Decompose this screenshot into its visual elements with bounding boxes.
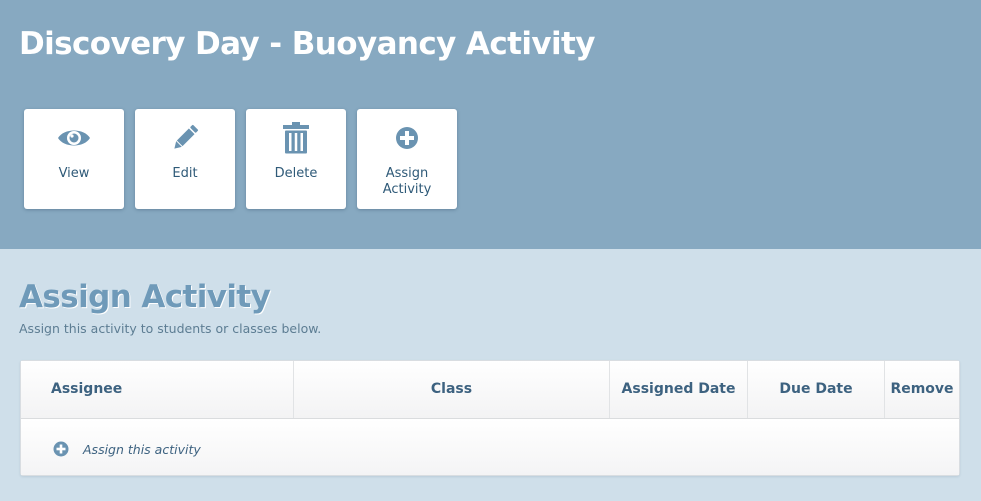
table-header: Assignee Class Assigned Date Due Date Re…	[21, 361, 959, 419]
column-header-class: Class	[294, 361, 610, 418]
edit-button[interactable]: Edit	[135, 109, 235, 209]
assignments-table: Assignee Class Assigned Date Due Date Re…	[20, 360, 960, 476]
view-button[interactable]: View	[24, 109, 124, 209]
plus-circle-icon	[53, 441, 69, 457]
section-title: Assign Activity	[19, 279, 271, 315]
column-header-assignee: Assignee	[21, 361, 294, 418]
delete-button[interactable]: Delete	[246, 109, 346, 209]
pencil-icon	[135, 121, 235, 155]
column-header-remove: Remove	[890, 381, 954, 397]
assign-activity-button-label: Assign Activity	[382, 166, 432, 197]
section-subtitle: Assign this activity to students or clas…	[19, 321, 322, 336]
assign-this-activity-link[interactable]: Assign this activity	[53, 441, 201, 457]
assign-activity-button[interactable]: Assign Activity	[357, 109, 457, 209]
edit-button-label: Edit	[172, 166, 198, 181]
eye-icon	[24, 121, 124, 155]
header: Discovery Day - Buoyancy Activity View E…	[0, 0, 981, 249]
page-title: Discovery Day - Buoyancy Activity	[19, 26, 595, 62]
table-body: Assign this activity	[21, 419, 959, 475]
trash-icon	[246, 121, 346, 155]
view-button-label: View	[58, 166, 90, 181]
plus-circle-icon	[357, 121, 457, 155]
column-header-assigned-date: Assigned Date	[610, 361, 748, 418]
assign-this-activity-label: Assign this activity	[83, 441, 201, 457]
delete-button-label: Delete	[274, 166, 318, 181]
column-header-due-date: Due Date	[748, 361, 885, 418]
